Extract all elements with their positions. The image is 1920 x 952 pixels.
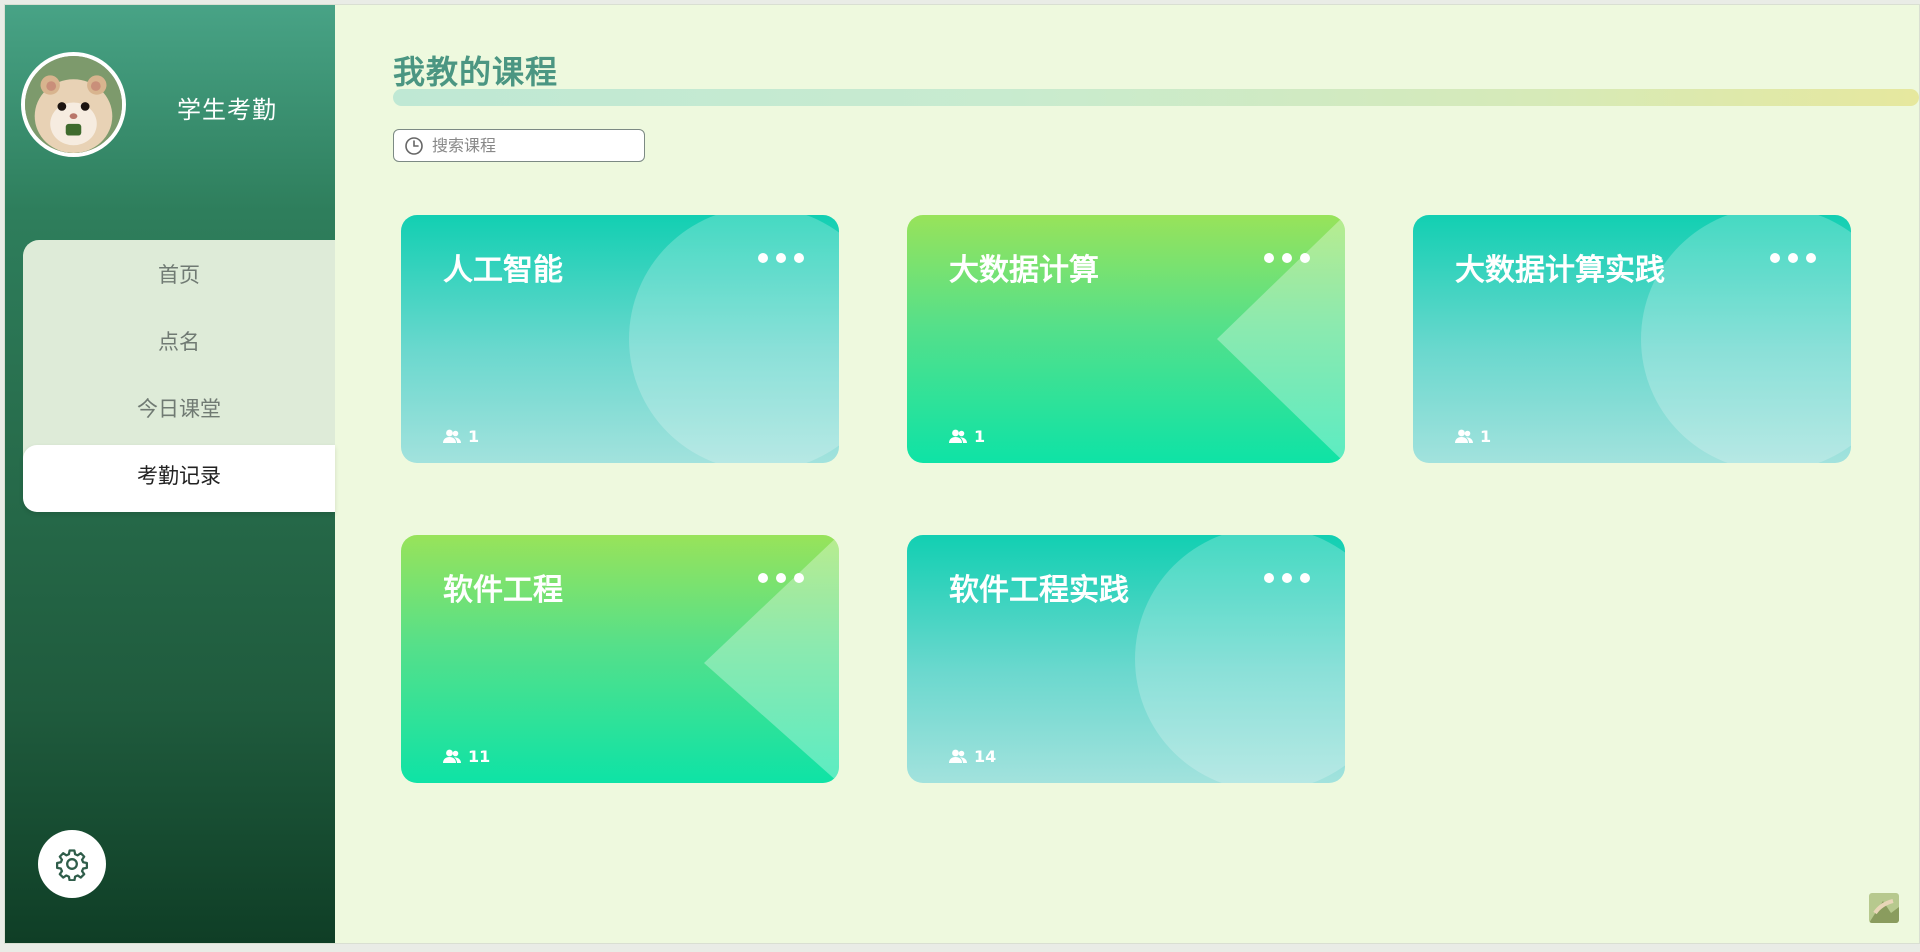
gear-icon bbox=[55, 849, 89, 881]
users-icon bbox=[443, 749, 461, 763]
sidebar-nav: 首页 点名 今日课堂 考勤记录 bbox=[23, 240, 335, 512]
clock-icon bbox=[405, 136, 423, 155]
more-options-icon[interactable] bbox=[1263, 571, 1311, 585]
course-card[interactable]: 软件工程实践 14 bbox=[907, 535, 1345, 783]
course-card[interactable]: 人工智能 1 bbox=[401, 215, 839, 463]
more-options-icon[interactable] bbox=[1769, 251, 1817, 265]
sidebar-item-roll-call[interactable]: 点名 bbox=[23, 311, 335, 378]
student-count-value: 11 bbox=[468, 747, 491, 766]
users-icon bbox=[949, 429, 967, 443]
course-title: 大数据计算实践 bbox=[1455, 253, 1665, 288]
student-count-value: 1 bbox=[468, 427, 480, 446]
title-underline-bar bbox=[393, 89, 1919, 106]
sidebar-item-home[interactable]: 首页 bbox=[23, 244, 335, 311]
hamster-avatar-icon bbox=[25, 56, 122, 153]
course-title: 软件工程 bbox=[443, 573, 563, 608]
thumbnail-image-icon bbox=[1869, 893, 1899, 923]
student-count: 1 bbox=[949, 427, 985, 446]
student-count: 11 bbox=[443, 747, 490, 766]
corner-thumbnail[interactable] bbox=[1869, 893, 1899, 923]
page-title: 我教的课程 bbox=[393, 53, 559, 91]
student-count: 1 bbox=[443, 427, 479, 446]
sidebar-item-today-class[interactable]: 今日课堂 bbox=[23, 378, 335, 445]
search-input[interactable] bbox=[430, 135, 634, 156]
course-title: 人工智能 bbox=[443, 253, 563, 288]
student-count: 1 bbox=[1455, 427, 1491, 446]
course-card[interactable]: 大数据计算实践 1 bbox=[1413, 215, 1851, 463]
users-icon bbox=[949, 749, 967, 763]
student-count-value: 14 bbox=[974, 747, 997, 766]
more-options-icon[interactable] bbox=[757, 251, 805, 265]
more-options-icon[interactable] bbox=[757, 571, 805, 585]
more-options-icon[interactable] bbox=[1263, 251, 1311, 265]
sidebar-item-attendance-records[interactable]: 考勤记录 bbox=[23, 445, 335, 512]
course-card[interactable]: 大数据计算 1 bbox=[907, 215, 1345, 463]
app-window: 学生考勤 首页 点名 今日课堂 考勤记录 我教的课程 搜索课程 人工智能 1 大… bbox=[4, 4, 1920, 944]
sidebar: 学生考勤 首页 点名 今日课堂 考勤记录 bbox=[5, 5, 335, 943]
course-search[interactable] bbox=[393, 129, 645, 162]
course-title: 软件工程实践 bbox=[949, 573, 1129, 608]
course-card[interactable]: 软件工程 11 bbox=[401, 535, 839, 783]
users-icon bbox=[443, 429, 461, 443]
users-icon bbox=[1455, 429, 1473, 443]
user-avatar[interactable] bbox=[21, 52, 126, 157]
course-title: 大数据计算 bbox=[949, 253, 1099, 288]
student-count-value: 1 bbox=[1480, 427, 1492, 446]
main-content: 我教的课程 人工智能 1 bbox=[335, 5, 1919, 943]
settings-button[interactable] bbox=[38, 830, 106, 898]
student-count-value: 1 bbox=[974, 427, 986, 446]
app-name: 学生考勤 bbox=[177, 96, 277, 124]
student-count: 14 bbox=[949, 747, 996, 766]
